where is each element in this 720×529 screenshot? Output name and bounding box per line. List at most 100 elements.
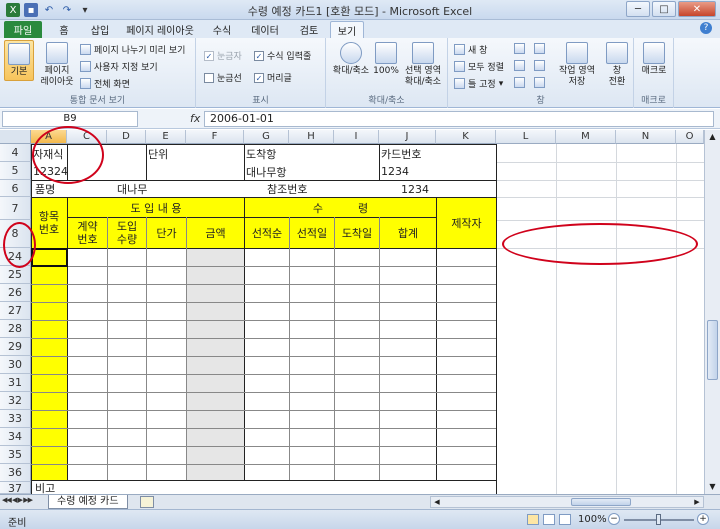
cell-j4[interactable]: 카드번호	[381, 145, 471, 162]
header-item-number[interactable]: 항목 번호	[31, 198, 67, 248]
header-maker[interactable]: 제작자	[437, 198, 496, 248]
scroll-thumb-horizontal[interactable]	[571, 498, 631, 506]
column-header[interactable]: E	[146, 130, 186, 144]
full-screen-button[interactable]: 전체 화면	[80, 77, 130, 90]
page-break-preview-button[interactable]: 페이지 나누기 미리 보기	[80, 43, 185, 56]
unhide-button[interactable]	[514, 77, 525, 88]
row-header[interactable]: 32	[0, 392, 31, 410]
zoom-button[interactable]: 확대/축소	[330, 42, 372, 77]
headings-checkbox[interactable]: ✓ 머리글	[254, 71, 292, 84]
tab-page-layout[interactable]: 페이지 레이아웃	[120, 21, 200, 38]
split-button[interactable]	[514, 43, 525, 54]
horizontal-scrollbar[interactable]: ◀ ▶	[430, 496, 704, 508]
scroll-right-icon[interactable]: ▶	[691, 497, 703, 507]
scroll-left-icon[interactable]: ◀	[431, 497, 443, 507]
gridlines-checkbox[interactable]: 눈금선	[204, 71, 242, 84]
tab-insert[interactable]: 삽입	[84, 21, 116, 38]
cell-g6[interactable]: 참조번호	[267, 181, 337, 197]
header-shipping-order[interactable]: 선적순	[245, 218, 289, 248]
header-total[interactable]: 합계	[380, 218, 436, 248]
row-header[interactable]: 33	[0, 410, 31, 428]
close-button[interactable]: ✕	[678, 1, 716, 17]
help-icon[interactable]: ?	[700, 22, 712, 34]
row-header[interactable]: 35	[0, 446, 31, 464]
row-header[interactable]: 4	[0, 144, 31, 162]
save-workspace-button[interactable]: 작업 영역 저장	[554, 42, 600, 88]
formula-bar-checkbox[interactable]: ✓ 수식 입력줄	[254, 49, 311, 62]
name-box[interactable]: B9	[2, 111, 138, 127]
column-header[interactable]: K	[436, 130, 496, 144]
column-header[interactable]: O	[676, 130, 704, 144]
reset-position-button[interactable]	[534, 77, 545, 88]
select-all-corner[interactable]	[0, 130, 31, 144]
column-header[interactable]: N	[616, 130, 676, 144]
header-arrival-date[interactable]: 도착일	[335, 218, 379, 248]
row-header[interactable]: 29	[0, 338, 31, 356]
tab-review[interactable]: 검토	[292, 21, 326, 38]
header-receipt[interactable]: 수 령	[245, 198, 436, 217]
normal-view-button[interactable]: 기본	[4, 40, 34, 81]
sync-scroll-button[interactable]	[534, 60, 545, 71]
zoom-100-button[interactable]: 100%	[373, 42, 399, 77]
sheet-tab[interactable]: 수령 예정 카드	[48, 495, 128, 509]
cell-g5[interactable]: 대나무항	[246, 163, 336, 180]
cell-j5[interactable]: 1234	[381, 163, 471, 180]
hide-button[interactable]	[514, 60, 525, 71]
tab-data[interactable]: 데이터	[244, 21, 286, 38]
cell-e4[interactable]: 단위	[148, 145, 238, 162]
ruler-checkbox[interactable]: ✓ 눈금자	[204, 49, 242, 62]
column-header[interactable]: F	[186, 130, 244, 144]
tab-home[interactable]: 홈	[50, 21, 78, 38]
page-layout-view-button[interactable]: 페이지 레이아웃	[40, 42, 74, 88]
view-page-layout-icon[interactable]	[543, 514, 555, 525]
column-header[interactable]: J	[379, 130, 436, 144]
zoom-out-icon[interactable]: −	[608, 513, 620, 525]
scroll-thumb[interactable]	[707, 320, 718, 380]
zoom-slider-thumb[interactable]	[656, 514, 661, 525]
tab-file[interactable]: 파일	[4, 21, 42, 38]
row-header[interactable]: 37	[0, 482, 31, 495]
cell-a37[interactable]: 비고	[35, 481, 67, 495]
header-contract-number[interactable]: 계약 번호	[68, 218, 107, 248]
row-header[interactable]: 7	[0, 197, 31, 220]
column-header[interactable]: H	[289, 130, 334, 144]
row-header[interactable]: 31	[0, 374, 31, 392]
formula-input[interactable]: 2006-01-01	[204, 111, 714, 127]
insert-sheet-icon[interactable]	[140, 496, 154, 508]
freeze-panes-button[interactable]: 틀 고정 ▾	[454, 77, 503, 90]
row-header[interactable]: 36	[0, 464, 31, 482]
column-header[interactable]: G	[244, 130, 289, 144]
zoom-selection-button[interactable]: 선택 영역 확대/축소	[400, 42, 446, 88]
cell-j6[interactable]: 1234	[401, 181, 461, 197]
tab-view[interactable]: 보기	[330, 21, 364, 38]
cell-g4[interactable]: 도착항	[246, 145, 336, 162]
header-amount[interactable]: 금액	[187, 218, 244, 248]
zoom-level[interactable]: 100%	[578, 514, 607, 525]
insert-function-icon[interactable]: fx	[190, 112, 200, 125]
view-page-break-icon[interactable]	[559, 514, 571, 525]
header-import-details[interactable]: 도 입 내 용	[68, 198, 244, 217]
column-header[interactable]: L	[496, 130, 556, 144]
vertical-scrollbar[interactable]: ▲ ▼	[704, 130, 720, 494]
new-window-button[interactable]: 새 창	[454, 43, 487, 56]
maximize-button[interactable]: □	[652, 1, 676, 17]
sheet-nav-buttons[interactable]: ◀◀ ◀ ▶ ▶▶	[2, 496, 33, 504]
row-header[interactable]: 34	[0, 428, 31, 446]
macros-button[interactable]: 매크로	[638, 42, 670, 77]
cell-d6[interactable]: 대나무	[117, 181, 177, 197]
column-header[interactable]: D	[107, 130, 146, 144]
row-header[interactable]: 27	[0, 302, 31, 320]
tab-formulas[interactable]: 수식	[206, 21, 238, 38]
header-import-quantity[interactable]: 도입 수량	[108, 218, 146, 248]
minimize-button[interactable]: ─	[626, 1, 650, 17]
view-normal-icon[interactable]	[527, 514, 539, 525]
scroll-down-icon[interactable]: ▼	[705, 480, 720, 494]
switch-windows-button[interactable]: 창 전환	[602, 42, 632, 88]
zoom-in-icon[interactable]: +	[697, 513, 709, 525]
row-header[interactable]: 5	[0, 162, 31, 180]
row-header[interactable]: 6	[0, 180, 31, 197]
view-side-by-side-button[interactable]	[534, 43, 545, 54]
column-header[interactable]: I	[334, 130, 379, 144]
column-header[interactable]: M	[556, 130, 616, 144]
header-unit-price[interactable]: 단가	[147, 218, 186, 248]
